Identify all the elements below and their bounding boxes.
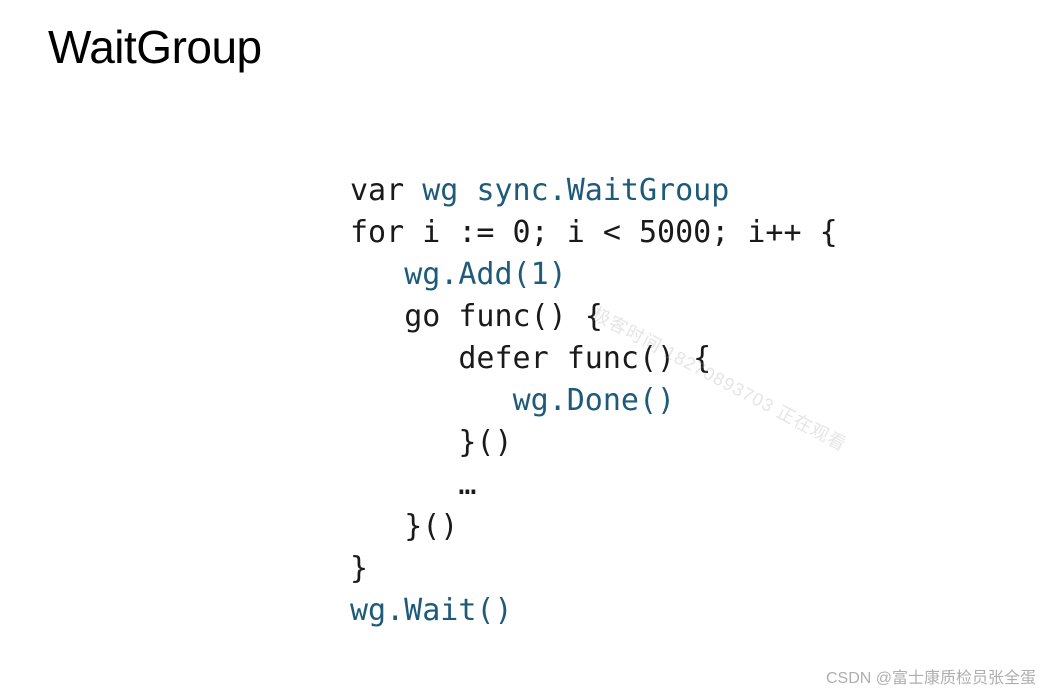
code-indent (350, 299, 404, 334)
code-indent (350, 383, 513, 418)
code-indent (350, 467, 458, 502)
code-close-gofunc: }() (404, 509, 458, 544)
code-line-gofunc: go func() { (404, 299, 603, 334)
code-indent (350, 509, 404, 544)
code-keyword-var: var (350, 173, 404, 208)
code-type-waitgroup: sync.WaitGroup (476, 173, 729, 208)
watermark-bottom: CSDN @富士康质检员张全蛋 (826, 664, 1036, 688)
code-call-wait: wg.Wait() (350, 593, 513, 628)
code-indent (350, 425, 458, 460)
code-call-done: wg.Done() (513, 383, 676, 418)
code-identifier-wg: wg (404, 173, 476, 208)
code-line-for: for i := 0; i < 5000; i++ { (350, 215, 838, 250)
slide-title: WaitGroup (48, 20, 262, 74)
code-close-for: } (350, 551, 368, 586)
code-close-defer: }() (458, 425, 512, 460)
code-indent (350, 341, 458, 376)
code-ellipsis: … (458, 467, 476, 502)
code-call-add: wg.Add(1) (404, 257, 567, 292)
code-indent (350, 257, 404, 292)
